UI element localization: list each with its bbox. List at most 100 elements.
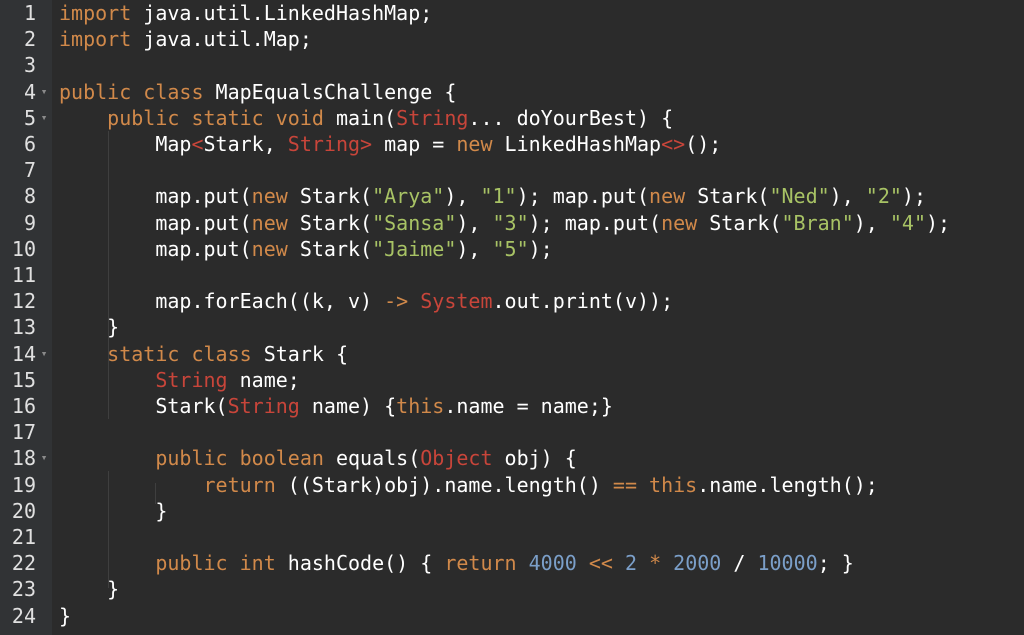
code-token: ), bbox=[456, 236, 493, 261]
code-token: hashCode() { bbox=[275, 551, 445, 576]
code-text: String name; bbox=[59, 367, 300, 393]
line-number: 14 bbox=[11, 341, 36, 366]
code-token: String bbox=[155, 367, 228, 392]
code-token: 10000 bbox=[757, 551, 818, 576]
line-number: 6 bbox=[23, 132, 36, 156]
code-line[interactable]: 16 Stark(String name) {this.name = name;… bbox=[0, 393, 1024, 419]
code-token: Stark( bbox=[287, 184, 373, 209]
code-text: map.put(new Stark("Arya"), "1"); map.put… bbox=[59, 183, 926, 209]
code-token: Stark( bbox=[155, 394, 228, 418]
code-token: "Jaime" bbox=[372, 236, 457, 261]
code-line[interactable]: 5 ▾ public static void main(String... doY… bbox=[0, 105, 1024, 131]
code-line[interactable]: 10 map.put(new Stark("Jaime"), "5"); bbox=[0, 236, 1024, 262]
code-text: map.forEach((k, v) -> System.out.print(v… bbox=[59, 288, 673, 314]
code-text: Map<Stark, String> map = new LinkedHashM… bbox=[59, 131, 721, 157]
code-token: -> bbox=[384, 289, 409, 314]
code-token: } bbox=[107, 577, 120, 602]
code-line[interactable]: 3 bbox=[0, 52, 1024, 78]
code-token: 4000 bbox=[528, 551, 577, 576]
code-line[interactable]: 21 bbox=[0, 524, 1024, 550]
code-line[interactable]: 2 import java.util.Map; bbox=[0, 26, 1024, 52]
code-token: new bbox=[251, 210, 288, 235]
code-token: } bbox=[107, 315, 120, 340]
code-token: Stark, bbox=[203, 132, 288, 156]
code-line[interactable]: 1 import java.util.LinkedHashMap; bbox=[0, 0, 1024, 26]
code-token: map.put( bbox=[155, 236, 252, 261]
code-token: .name = name;} bbox=[444, 394, 613, 418]
code-token: public boolean bbox=[155, 446, 324, 471]
code-token: java.util.Map; bbox=[131, 27, 312, 52]
fold-toggle-icon[interactable]: ▾ bbox=[38, 105, 50, 131]
code-line[interactable]: 14 ▾ static class Stark { bbox=[0, 341, 1024, 367]
code-token: "Ned" bbox=[769, 184, 830, 209]
code-text: } bbox=[59, 603, 71, 629]
code-line[interactable]: 8 map.put(new Stark("Arya"), "1"); map.p… bbox=[0, 183, 1024, 209]
code-line[interactable]: 23 } bbox=[0, 576, 1024, 602]
code-token: ((Stark)obj).name.length() bbox=[275, 472, 613, 497]
code-token: Stark( bbox=[287, 236, 373, 261]
code-token: public class bbox=[59, 79, 204, 104]
code-text: map.put(new Stark("Sansa"), "3"); map.pu… bbox=[59, 210, 950, 236]
code-line[interactable]: 15 String name; bbox=[0, 367, 1024, 393]
code-line[interactable]: 7 bbox=[0, 157, 1024, 183]
code-token: Stark( bbox=[697, 210, 782, 235]
code-token: public static void bbox=[107, 105, 324, 130]
code-token: return bbox=[203, 472, 276, 497]
code-token: > bbox=[360, 132, 373, 156]
fold-toggle-icon[interactable]: ▾ bbox=[38, 79, 50, 105]
code-line[interactable]: 6 Map<Stark, String> map = new LinkedHas… bbox=[0, 131, 1024, 157]
code-token: ; } bbox=[817, 551, 854, 576]
code-line[interactable]: 20 } bbox=[0, 498, 1024, 524]
fold-toggle-icon[interactable]: ▾ bbox=[38, 445, 50, 471]
line-number: 7 bbox=[23, 158, 36, 183]
code-text: static class Stark { bbox=[59, 341, 348, 367]
line-number: 10 bbox=[11, 236, 36, 261]
code-token: } bbox=[59, 603, 72, 628]
code-line[interactable]: 22 public int hashCode() { return 4000 <… bbox=[0, 550, 1024, 576]
line-number: 23 bbox=[11, 577, 36, 602]
code-line[interactable]: 12 map.forEach((k, v) -> System.out.prin… bbox=[0, 288, 1024, 314]
code-text: map.put(new Stark("Jaime"), "5"); bbox=[59, 236, 553, 262]
code-token: Map bbox=[155, 132, 192, 156]
code-token: map.put( bbox=[155, 184, 252, 209]
code-token: ); bbox=[528, 236, 553, 261]
code-token: Stark( bbox=[685, 184, 770, 209]
code-token: new bbox=[456, 132, 493, 156]
code-token: << bbox=[588, 551, 613, 576]
line-number: 9 bbox=[23, 210, 36, 235]
code-token: 2000 bbox=[673, 551, 722, 576]
code-text: public class MapEqualsChallenge { bbox=[59, 79, 456, 105]
code-token: ), bbox=[853, 210, 890, 235]
code-token: "5" bbox=[492, 236, 529, 261]
line-number: 15 bbox=[11, 367, 36, 392]
code-text: import java.util.Map; bbox=[59, 26, 312, 52]
code-token: .out.print(v)); bbox=[492, 289, 674, 314]
line-number: 17 bbox=[11, 420, 36, 445]
code-token: "1" bbox=[480, 184, 517, 209]
code-token: "3" bbox=[492, 210, 529, 235]
code-text: } bbox=[59, 576, 119, 602]
code-line[interactable]: 19 return ((Stark)obj).name.length() == … bbox=[0, 472, 1024, 498]
code-token: public int bbox=[155, 551, 276, 576]
code-token: this bbox=[649, 472, 698, 497]
code-text: } bbox=[59, 314, 119, 340]
line-number: 12 bbox=[11, 289, 36, 314]
code-token: new bbox=[649, 184, 686, 209]
code-line[interactable]: 11 bbox=[0, 262, 1024, 288]
code-line[interactable]: 17 bbox=[0, 419, 1024, 445]
code-text: public static void main(String... doYour… bbox=[59, 105, 673, 131]
fold-toggle-icon[interactable]: ▾ bbox=[38, 341, 50, 367]
code-line[interactable]: 9 map.put(new Stark("Sansa"), "3"); map.… bbox=[0, 210, 1024, 236]
code-token: ); bbox=[901, 184, 927, 209]
code-token: "Bran" bbox=[781, 210, 854, 235]
code-token: ); map.put( bbox=[516, 184, 650, 209]
code-token: } bbox=[155, 498, 168, 523]
code-line[interactable]: 18 ▾ public boolean equals(Object obj) { bbox=[0, 445, 1024, 471]
code-line[interactable]: 13 } bbox=[0, 314, 1024, 340]
code-editor[interactable]: 1 import java.util.LinkedHashMap; 2 import … bbox=[0, 0, 1024, 635]
line-number: 8 bbox=[23, 184, 36, 209]
code-token: "4" bbox=[889, 210, 926, 235]
code-line[interactable]: 24} bbox=[0, 603, 1024, 629]
code-line[interactable]: 4 ▾ public class MapEqualsChallenge { bbox=[0, 79, 1024, 105]
